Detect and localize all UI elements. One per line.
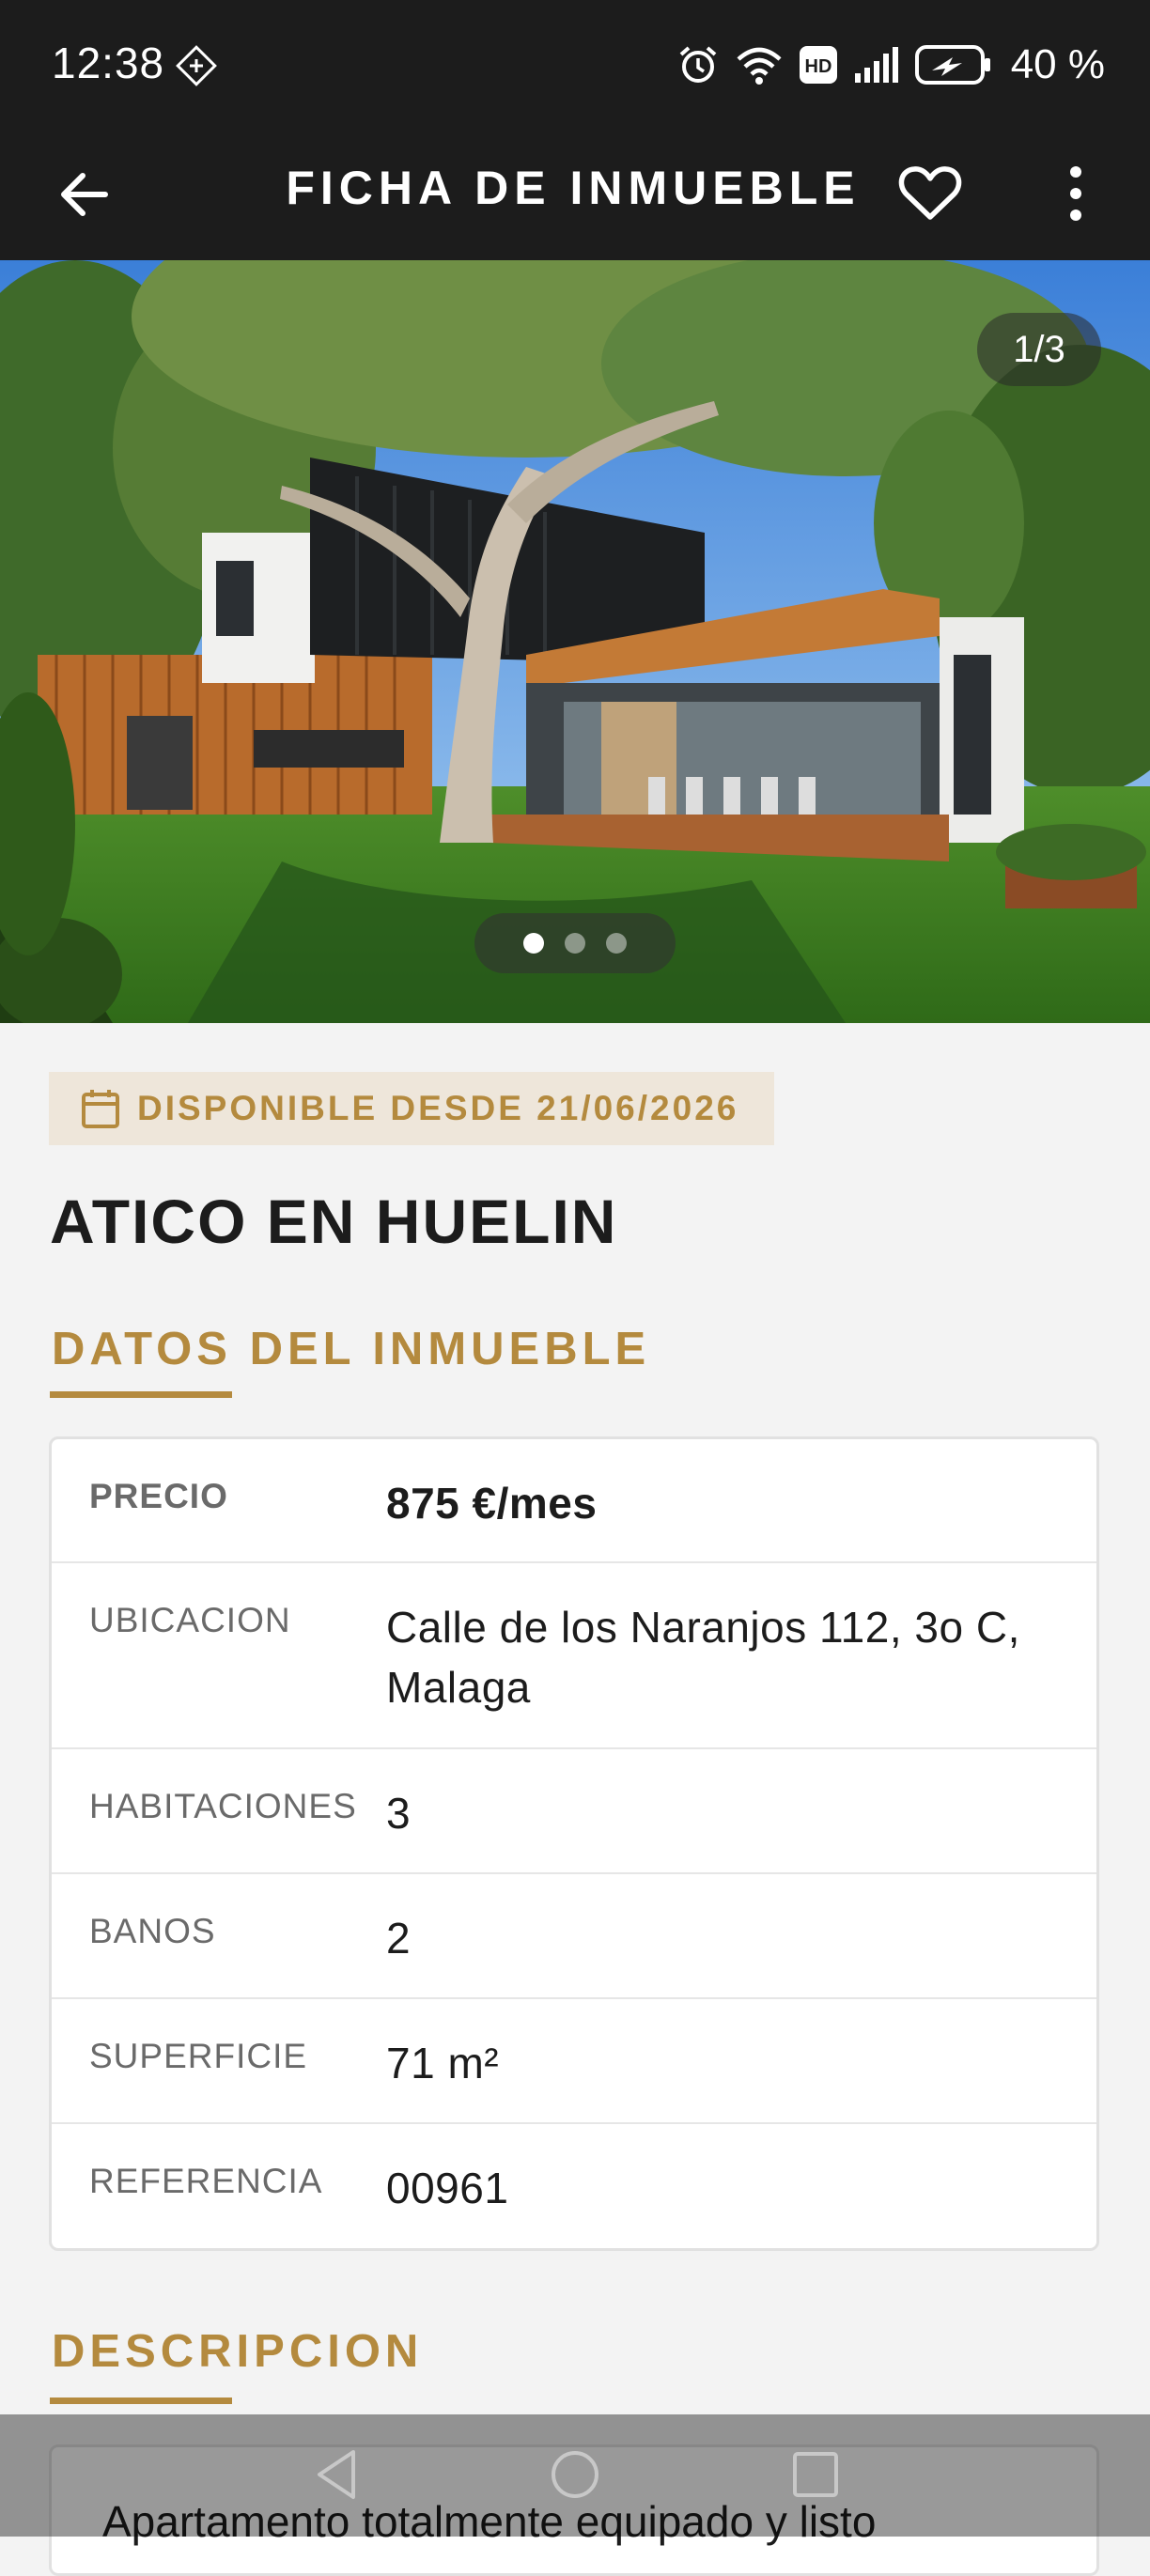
detail-value: 00961: [386, 2164, 509, 2212]
detail-value: 2: [386, 1914, 412, 1963]
property-photo[interactable]: [0, 260, 1150, 1023]
nav-home-icon[interactable]: [549, 2446, 601, 2503]
description-heading: DESCRIPCION: [52, 2326, 424, 2377]
gallery-pager[interactable]: [474, 913, 676, 973]
system-nav-bar: [0, 2414, 1150, 2537]
calendar-icon: [82, 1090, 119, 1128]
battery-percentage: 40 %: [1010, 41, 1105, 87]
details-heading-underline: [50, 1391, 232, 1398]
details-table: PRECIO 875 €/mes UBICACION Calle de los …: [49, 1436, 1099, 2251]
status-time: 12:38: [52, 39, 165, 87]
gallery-counter: 1/3: [977, 313, 1101, 386]
description-heading-underline: [50, 2398, 232, 2404]
detail-label: REFERENCIA: [89, 2162, 323, 2200]
svg-text:HD: HD: [804, 56, 831, 77]
detail-row-bathrooms: BANOS 2: [52, 1874, 1096, 1999]
detail-label: HABITACIONES: [89, 1787, 357, 1825]
sync-icon: [176, 45, 217, 86]
availability-text: DISPONIBLE DESDE 21/06/2026: [137, 1089, 739, 1127]
app-bar: FICHA DE INMUEBLE: [0, 136, 1150, 260]
nav-back-icon[interactable]: [310, 2446, 363, 2503]
alarm-icon: [679, 46, 717, 83]
detail-label: SUPERFICIE: [89, 2037, 308, 2075]
detail-value: 3: [386, 1789, 412, 1838]
detail-value: 71 m²: [386, 2039, 500, 2087]
detail-row-price: PRECIO 875 €/mes: [52, 1439, 1096, 1563]
detail-label: UBICACION: [89, 1601, 291, 1639]
heart-icon[interactable]: [897, 161, 963, 226]
details-heading: DATOS DEL INMUEBLE: [52, 1324, 651, 1374]
signal-icon: [854, 47, 898, 83]
pager-dot-2[interactable]: [565, 933, 585, 954]
wifi-icon: [737, 47, 782, 85]
detail-value: 875 €/mes: [386, 1479, 598, 1528]
detail-label: PRECIO: [89, 1477, 228, 1515]
house-photo-image: [0, 260, 1150, 1023]
detail-row-reference: REFERENCIA 00961: [52, 2124, 1096, 2248]
detail-label: BANOS: [89, 1912, 216, 1950]
page-title: FICHA DE INMUEBLE: [286, 162, 861, 214]
detail-row-location: UBICACION Calle de los Naranjos 112, 3o …: [52, 1563, 1096, 1749]
battery-icon: [914, 45, 990, 85]
detail-row-surface: SUPERFICIE 71 m²: [52, 1999, 1096, 2124]
pager-dot-1[interactable]: [523, 933, 544, 954]
detail-row-rooms: HABITACIONES 3: [52, 1749, 1096, 1874]
availability-badge: DISPONIBLE DESDE 21/06/2026: [49, 1072, 774, 1145]
pager-dot-3[interactable]: [606, 933, 627, 954]
detail-value: Calle de los Naranjos 112, 3o C, Malaga: [386, 1603, 1020, 1712]
property-title: ATICO EN HUELIN: [50, 1187, 618, 1256]
status-bar: 12:38 HD 40 %: [0, 0, 1150, 136]
hd-icon: HD: [799, 46, 837, 84]
more-vert-icon[interactable]: [1062, 161, 1090, 226]
nav-recents-icon[interactable]: [789, 2446, 842, 2503]
